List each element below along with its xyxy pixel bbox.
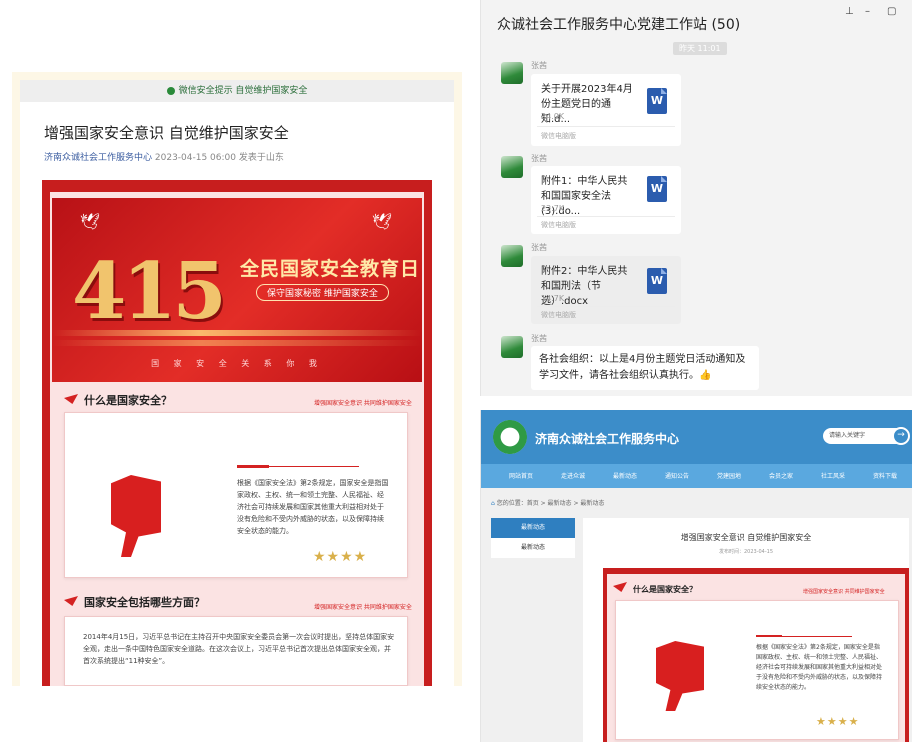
avatar[interactable] [501,245,523,267]
site-name: 济南众诚社会工作服务中心 [535,432,680,446]
stars-icon: ★★★★ [313,549,368,565]
word-doc-icon: W [647,176,667,202]
stars-icon: ★★★★ [816,715,860,728]
red-divider [756,635,782,637]
pin-icon[interactable]: ⊥ [845,6,854,17]
red-divider-thin [782,636,852,637]
divider [537,216,675,217]
site-nav: 网站首页 走进众诚 最新动态 通知公告 党建园地 会员之家 社工风采 资料下载 [481,464,912,488]
hero-footer: 国 家 安 全 关 系 你 我 [151,359,323,368]
section1-title: 什么是国家安全？ [64,392,172,408]
site-section-tag: 增强国家安全意识 共同维护国家安全 [803,589,885,595]
site-article-title: 增强国家安全意识 自觉维护国家安全 [680,533,812,542]
security-banner-text: 微信安全提示 自觉维护国家安全 [178,86,308,96]
file-source: 微信电脑版 [541,221,576,229]
word-doc-icon: W [647,88,667,114]
flag-salute-illustration [656,641,704,711]
chat-title: 众诚社会工作服务中心党建工作站 (50) [497,17,741,33]
shield-icon [166,86,175,95]
article-source-link[interactable]: 济南众诚社会工作服务中心 [44,153,152,163]
hero-banner: 🕊 🕊 415 全民国家安全教育日 保守国家秘密 维护国家安全 国 家 安 全 … [52,198,422,382]
sidebar-item-active[interactable]: 最新动态 [491,518,575,538]
minimize-icon[interactable]: – [865,6,870,17]
avatar[interactable] [501,336,523,358]
breadcrumb: ⌂ 您的位置：首页 > 最新动态 > 最新动态 [491,498,604,507]
divider [537,306,675,307]
site-section-title: 什么是国家安全？ [613,582,697,595]
site-section-body: 根据《国家安全法》第2条规定，国家安全是指国家政权、主权、统一和领土完整、人民福… [756,644,883,691]
article-meta: 济南众诚社会工作服务中心 2023-04-15 06:00 发表于山东 [44,150,284,163]
section2-tag: 增强国家安全意识 共同维护国家安全 [314,604,412,611]
nav-item[interactable]: 走进众诚 [561,471,585,480]
file-size: 22.7K [541,204,565,213]
hero-headline: 全民国家安全教育日 [240,258,421,280]
article-screenshot: 微信安全提示 自觉维护国家安全 增强国家安全意识 自觉维护国家安全 济南众诚社会… [12,72,462,686]
maximize-icon[interactable]: ▢ [887,6,896,17]
file-message[interactable]: 附件2：中华人民共和国刑法（节选）.docx W 14.7K 微信电脑版 [531,256,681,324]
security-banner: 微信安全提示 自觉维护国家安全 [20,80,454,102]
text-message[interactable]: 各社会组织：以上是4月份主题党日活动通知及学习文件，请各社会组织认真执行。👍 [531,346,759,390]
file-message[interactable]: 附件1：中华人民共和国国家安全法(3).do... W 22.7K 微信电脑版 [531,166,681,234]
hero-slogan: 保守国家秘密 维护国家安全 [256,284,389,301]
sender-name: 张茜 [531,154,547,163]
website-screenshot: 济南众诚社会工作服务中心 请输入关键字 → 网站首页 走进众诚 最新动态 通知公告… [480,410,912,742]
search-input[interactable]: 请输入关键字 → [823,427,910,445]
nav-item[interactable]: 最新动态 [613,471,637,480]
nav-item[interactable]: 通知公告 [665,471,689,480]
nav-item[interactable]: 网站首页 [509,471,533,480]
section2-body: 2014年4月15日，习近平总书记在主持召开中央国家安全委员会第一次会议时提出，… [83,633,395,665]
hero-number: 415 [72,246,227,337]
article-date: 2023-04-15 06:00 [154,153,236,163]
section1-body: 根据《国家安全法》第2条规定，国家安全是指国家政权、主权、统一和领土完整、人民福… [237,479,389,535]
file-size: 24.0K [541,112,565,121]
sidebar-item[interactable]: 最新动态 [491,538,575,558]
sender-name: 张茜 [531,61,547,70]
search-placeholder: 请输入关键字 [829,432,866,439]
article-location: 发表于山东 [238,153,284,163]
file-source: 微信电脑版 [541,132,576,140]
divider [537,126,675,127]
nav-item[interactable]: 会员之家 [769,471,793,480]
nav-item[interactable]: 社工风采 [821,471,845,480]
flag-salute-illustration [111,475,161,557]
site-article: 增强国家安全意识 自觉维护国家安全 发布时间：2023-04-15 什么是国家安… [583,518,909,742]
red-divider-thin [269,466,359,467]
nav-item[interactable]: 资料下载 [873,471,897,480]
chat-timestamp: 昨天 11:01 [673,42,727,55]
section1-card: 根据《国家安全法》第2条规定，国家安全是指国家政权、主权、统一和领土完整、人民福… [64,412,408,578]
avatar[interactable] [501,156,523,178]
site-logo-icon[interactable] [493,420,527,454]
section1-tag: 增强国家安全意识 共同维护国家安全 [314,400,412,407]
section2-title: 国家安全包括哪些方面？ [64,594,205,610]
search-arrow-icon[interactable]: → [892,427,910,445]
file-source: 微信电脑版 [541,311,576,319]
site-header: 济南众诚社会工作服务中心 请输入关键字 → [481,410,912,464]
article-page: 微信安全提示 自觉维护国家安全 增强国家安全意识 自觉维护国家安全 济南众诚社会… [20,80,454,686]
breadcrumb-text: 您的位置：首页 > 最新动态 > 最新动态 [496,500,605,507]
file-size: 14.7K [541,294,565,303]
site-article-date: 发布时间：2023-04-15 [718,549,774,555]
article-title: 增强国家安全意识 自觉维护国家安全 [44,124,289,142]
gold-stripe [52,340,422,346]
word-doc-icon: W [647,268,667,294]
chat-window: 众诚社会工作服务中心党建工作站 (50) ⊥ – ▢ 昨天 11:01 张茜 关… [480,0,912,396]
avatar[interactable] [501,62,523,84]
red-divider [237,465,269,468]
sender-name: 张茜 [531,334,547,343]
sender-name: 张茜 [531,243,547,252]
section2-card: 2014年4月15日，习近平总书记在主持召开中央国家安全委员会第一次会议时提出，… [64,616,408,686]
dove-icon: 🕊 [372,212,393,231]
file-message[interactable]: 关于开展2023年4月份主题党日的通知.d... W 24.0K 微信电脑版 [531,74,681,146]
site-section-card: 根据《国家安全法》第2条规定，国家安全是指国家政权、主权、统一和领土完整、人民福… [615,600,899,740]
dove-icon: 🕊 [80,212,101,231]
nav-item[interactable]: 党建园地 [717,471,741,480]
